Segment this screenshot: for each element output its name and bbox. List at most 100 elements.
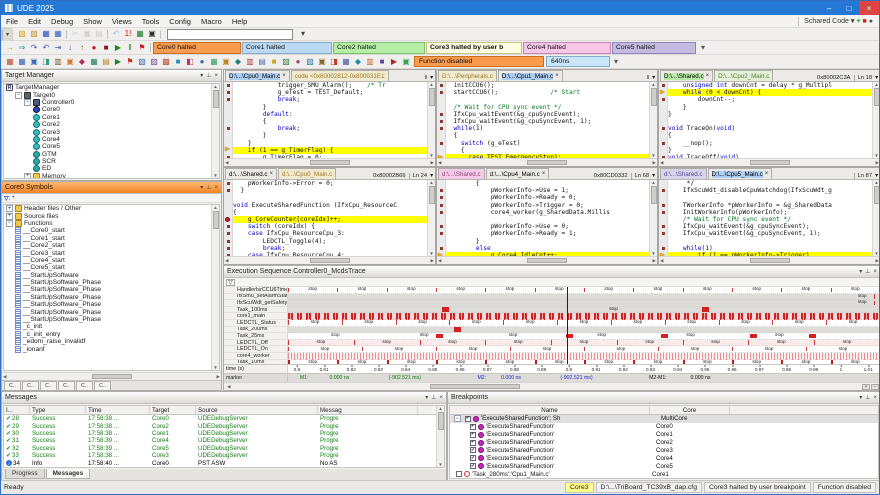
trace-row-label[interactable]: LEDCTL_Off	[224, 339, 288, 347]
chevron-down-icon[interactable]: ▾	[425, 394, 428, 401]
tree-item[interactable]: Core0	[4, 106, 219, 114]
editor-tab[interactable]: code <0x80002812-0x800031E1>	[290, 70, 390, 81]
editor-tab[interactable]: D:\...\Cpu1_Main.c ×	[497, 70, 563, 81]
toolbar-overflow-icon[interactable]: ▾	[610, 56, 622, 67]
scroll-thumb[interactable]	[749, 160, 790, 165]
column-header-target[interactable]: Target	[150, 406, 196, 414]
menu-show[interactable]: Show	[78, 17, 107, 26]
breakpoint-gutter[interactable]	[437, 187, 446, 195]
toolbar-icon-25[interactable]: ▨	[304, 56, 316, 67]
close-icon[interactable]: ×	[282, 73, 286, 79]
message-row[interactable]: ✔ 33 Success 17:58:38 ... Core3 UDEDebugServe…	[4, 452, 444, 459]
toolbar-icon-1[interactable]: ▦	[16, 56, 28, 67]
scroll-thumb[interactable]	[91, 374, 132, 379]
code-line[interactable]	[224, 194, 427, 202]
toolbar-icon-6[interactable]: ✂	[69, 29, 81, 40]
tree-item[interactable]: Core2	[4, 121, 219, 129]
code-line[interactable]: {	[224, 208, 427, 216]
maximize-button[interactable]: □	[839, 1, 859, 15]
code-area[interactable]: trigger_SMU_Alarm(); /* Tr g_eTest = TES…	[224, 82, 427, 158]
tree-vscrollbar[interactable]: ▲ ▼	[211, 205, 219, 370]
toolbar-icon-1[interactable]: ▨	[16, 29, 28, 40]
code-line[interactable]: }	[437, 237, 649, 245]
toolbar-icon-5[interactable]: ↓	[64, 42, 76, 53]
code-line[interactable]: g_CoreCounter[coreIdx]++;	[224, 215, 427, 224]
scroll-right-icon[interactable]: ▶	[653, 160, 656, 166]
code-line[interactable]: InitWorkerInfo(pWorkerInfo);	[659, 208, 872, 216]
editor-vscrollbar[interactable]: ▲ ▼	[872, 180, 879, 256]
breakpoint-gutter[interactable]	[659, 194, 668, 202]
chevron-down-icon[interactable]: ▾	[875, 173, 878, 179]
chevron-down-icon[interactable]: ▾	[652, 173, 655, 179]
breakpoint-gutter[interactable]	[437, 139, 446, 147]
toolbar-icon-13[interactable]: ▣	[146, 29, 158, 40]
toolbar-icon-3[interactable]: ◨	[40, 56, 52, 67]
trace-row-label[interactable]: LEDCTL_On	[224, 346, 288, 353]
trace-row[interactable]: Task_100ms stop	[224, 306, 879, 314]
breakpoint-gutter[interactable]	[437, 110, 446, 118]
shared-code-button-1[interactable]: ■	[863, 18, 867, 25]
message-row[interactable]: ✔ 28 Success 17:58:38 ... Core0 UDEDebugServe…	[4, 415, 444, 422]
scroll-up-icon[interactable]: ▲	[429, 180, 433, 185]
tree-item[interactable]: __Core3_start	[4, 249, 219, 257]
editor-tab[interactable]: D:\...\Peripherals.c	[438, 70, 497, 81]
code-area[interactable]: { pWorkerInfo->Use = 1; pWorkerInfo->Rea…	[437, 180, 649, 256]
code-line[interactable]: /* Wait for CPU sync event */	[659, 215, 872, 224]
toolbar-combobox[interactable]: ▾	[2, 28, 293, 41]
toolbar-icon-30[interactable]: ▥	[364, 56, 376, 67]
breakpoint-gutter[interactable]	[659, 251, 668, 256]
column-header-messag[interactable]: Messag	[318, 406, 418, 414]
toolbar-icon-8[interactable]: ▤	[100, 56, 112, 67]
breakpoint-gutter[interactable]	[437, 117, 446, 126]
scroll-thumb[interactable]	[309, 258, 350, 263]
close-icon[interactable]: ×	[439, 395, 443, 401]
breakpoint-checkbox[interactable]: ✔	[470, 447, 476, 454]
scroll-left-icon[interactable]: ◀	[438, 160, 441, 166]
trace-row-label[interactable]: HandlerIsrCCU6Timer	[224, 287, 288, 294]
toolbar-icon-23[interactable]: ▧	[280, 56, 292, 67]
symbols-tab-0[interactable]: C..	[4, 381, 21, 390]
zoom-out-button[interactable]: −	[871, 383, 879, 390]
trace-row[interactable]: LEDCTL_Status stop stop stop stop stop stop sto…	[224, 319, 879, 327]
scroll-thumb[interactable]	[527, 258, 567, 263]
breakpoint-gutter[interactable]	[437, 89, 446, 97]
toolbar-icon-21[interactable]: ▤	[256, 56, 268, 67]
close-icon[interactable]: ×	[555, 73, 559, 79]
trace-row[interactable]: HandlerIsrCCU6Timer stop stop stop stop stop s…	[224, 287, 879, 294]
toolbar-icon-4[interactable]: ⇥	[52, 42, 64, 53]
breakpoint-row[interactable]: ✔ 'ExecuteSharedFunction' Core4	[450, 454, 878, 462]
code-line[interactable]: {	[224, 117, 427, 126]
symbols-tab-5[interactable]: C..	[94, 381, 111, 390]
toolbar-icon-11[interactable]: 1!	[122, 29, 134, 40]
breakpoint-gutter[interactable]	[437, 82, 446, 90]
breakpoint-gutter[interactable]	[224, 230, 233, 238]
breakpoint-gutter[interactable]	[437, 208, 446, 216]
code-line[interactable]: }	[659, 146, 872, 154]
tree-item[interactable]: − Functions	[4, 219, 219, 227]
breakpoint-gutter[interactable]	[659, 139, 668, 147]
editor-tab[interactable]: d:\...\Shared.c	[660, 168, 707, 179]
breakpoint-row[interactable]: ✔ 'ExecuteSharedFunction' Core3	[450, 447, 878, 455]
breakpoint-gutter[interactable]	[437, 223, 446, 231]
scroll-right-icon[interactable]: ▶	[876, 160, 879, 166]
toolbar-icon-11[interactable]: ⚑	[136, 42, 148, 53]
scroll-thumb[interactable]	[430, 384, 521, 389]
tree-item[interactable]: __StartUpSoftware_Phase	[4, 301, 219, 309]
tree-item[interactable]: _edom_raise_invalidf	[4, 338, 219, 346]
menu-help[interactable]: Help	[227, 17, 252, 26]
scroll-up-icon[interactable]: ▲	[874, 82, 878, 87]
code-line[interactable]: break;	[224, 244, 427, 252]
toolbar-icon-16[interactable]: ●	[196, 56, 208, 67]
tree-item[interactable]: __StartUpSoftware_Phase	[4, 316, 219, 324]
toolbar-icon-29[interactable]: ◆	[352, 56, 364, 67]
close-icon[interactable]: ×	[706, 73, 710, 79]
code-line[interactable]: LEDCTL_Toggle(4);	[224, 237, 427, 245]
code-line[interactable]: g_eTest = TEST_Default;	[224, 89, 427, 97]
close-icon[interactable]: ×	[873, 269, 877, 275]
code-line[interactable]: }	[224, 187, 427, 195]
scroll-left-icon[interactable]: ◀	[660, 258, 663, 264]
breakpoint-checkbox[interactable]: ✔	[470, 439, 476, 446]
chevron-down-icon[interactable]: ▾	[200, 184, 203, 191]
toolbar-icon-4[interactable]: ▦	[52, 29, 64, 40]
tree-item[interactable]: __Core1_start	[4, 234, 219, 242]
